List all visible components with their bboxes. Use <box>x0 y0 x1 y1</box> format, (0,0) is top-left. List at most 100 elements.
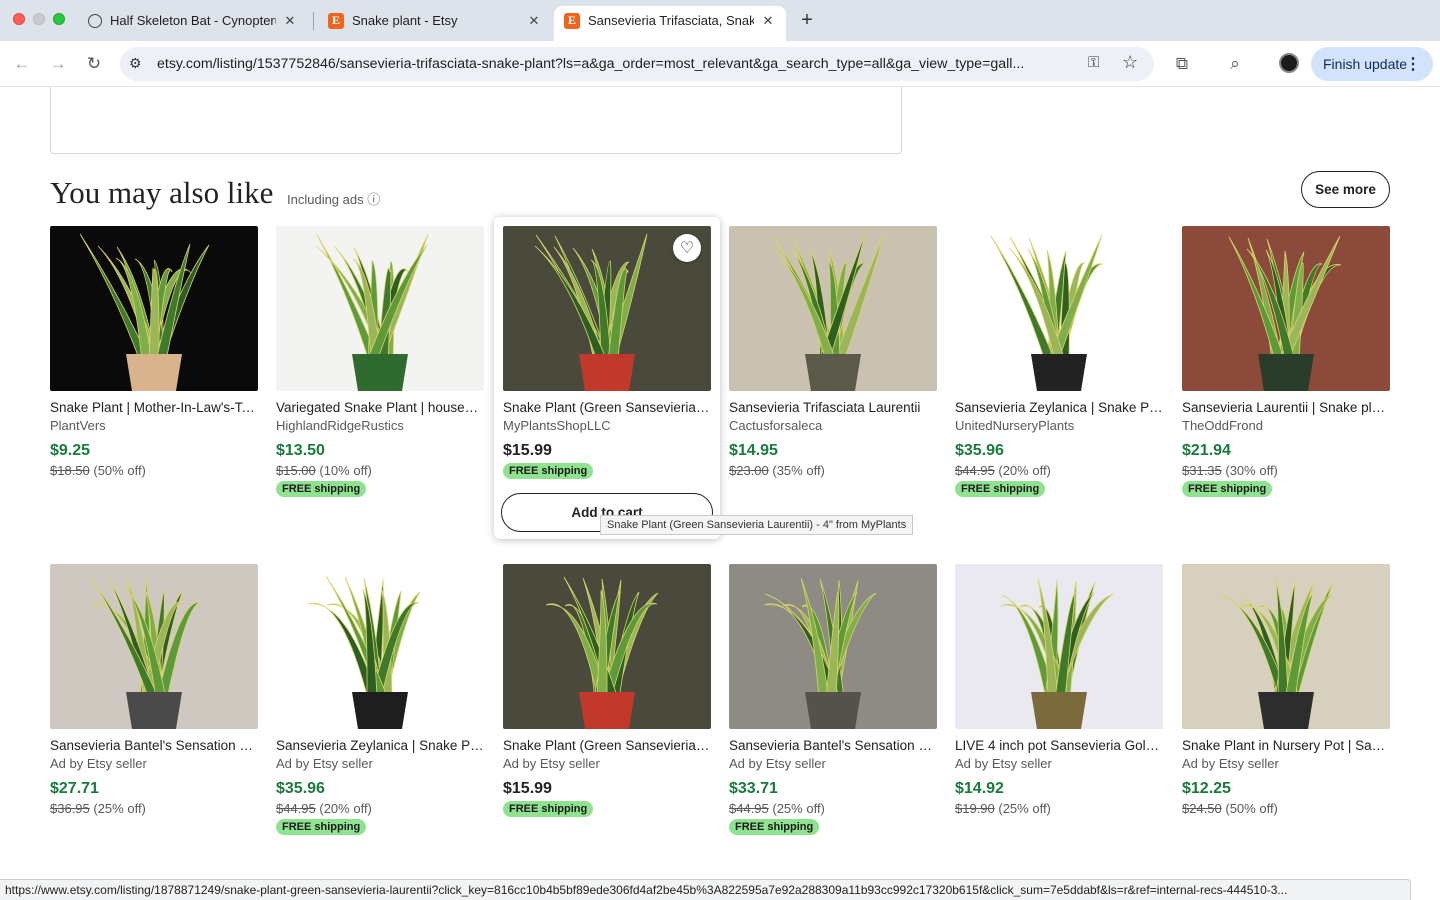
listing-image[interactable] <box>955 226 1163 391</box>
minimize-window-button[interactable] <box>33 13 45 25</box>
listing-title[interactable]: Sansevieria Zeylanica | Snake Plant <box>955 400 1163 415</box>
listing-price: $21.94 <box>1182 442 1231 459</box>
listing-image[interactable]: ♡ <box>503 226 711 391</box>
discount-percent: (20% off) <box>315 801 372 816</box>
listing-title[interactable]: LIVE 4 inch pot Sansevieria Golden Hahni… <box>955 738 1163 753</box>
listing-price: $9.25 <box>50 442 91 459</box>
listing-title[interactable]: Variegated Snake Plant | houseplant <box>276 400 484 415</box>
discount-percent: (50% off) <box>1221 801 1278 816</box>
listing-card[interactable]: Snake Plant | Mother-In-Law's-Tongue Plan… <box>50 226 258 478</box>
original-price: $36.95 <box>50 801 90 816</box>
description-box <box>50 87 902 154</box>
extensions-puzzle-icon[interactable]: ⧉ <box>1170 52 1194 76</box>
listing-card[interactable]: Snake Plant (Green Sansevieria Laurentii… <box>503 564 711 817</box>
discount-percent: (25% off) <box>994 801 1051 816</box>
shop-name: Cactusforsaleca <box>729 418 823 433</box>
shop-name: HighlandRidgeRustics <box>276 418 404 433</box>
listing-title[interactable]: Snake Plant | Mother-In-Law's-Tongue <box>50 400 258 415</box>
original-price: $31.35 <box>1182 463 1222 478</box>
listing-card[interactable]: Sansevieria Laurentii | Snake plant TheOd… <box>1182 226 1390 497</box>
listing-card[interactable]: Sansevieria Zeylanica | Snake Plant Ad by… <box>276 564 484 835</box>
close-tab-icon[interactable]: ✕ <box>760 13 776 29</box>
including-ads-note[interactable]: Including ads ⓘ <box>287 189 380 208</box>
listing-image[interactable] <box>1182 564 1390 729</box>
original-price-row: $44.95 (20% off) <box>955 463 1163 478</box>
more-menu-icon[interactable]: ⋮ <box>1405 54 1421 74</box>
listing-title[interactable]: Sansevieria Bantel's Sensation Snake Pla… <box>50 738 258 753</box>
listing-card[interactable]: LIVE 4 inch pot Sansevieria Golden Hahni… <box>955 564 1163 816</box>
original-price-row: $36.95 (25% off) <box>50 801 258 816</box>
shop-name: Ad by Etsy seller <box>503 756 600 771</box>
listing-card[interactable]: Sansevieria Trifasciata Laurentii Cactusf… <box>729 226 937 478</box>
listing-card[interactable]: Snake Plant in Nursery Pot | Sansevieria… <box>1182 564 1390 816</box>
original-price: $19.90 <box>955 801 995 816</box>
listing-card[interactable]: Variegated Snake Plant | houseplant Highl… <box>276 226 484 497</box>
listing-image[interactable] <box>1182 226 1390 391</box>
listing-title[interactable]: Snake Plant in Nursery Pot | Sansevieria <box>1182 738 1390 753</box>
bookmark-star-icon[interactable]: ☆ <box>1122 52 1138 73</box>
tab-title: Sansevieria Trifasciata, Snake Plant <box>588 13 754 28</box>
etsy-icon: E <box>328 12 344 29</box>
listing-image[interactable] <box>50 564 258 729</box>
tab-search-icon[interactable]: ⌕ <box>1223 52 1247 76</box>
new-tab-button[interactable]: + <box>796 8 818 32</box>
discount-percent: (25% off) <box>89 801 146 816</box>
listing-price: $35.96 <box>276 780 325 797</box>
original-price-row: $15.00 (10% off) <box>276 463 484 478</box>
shop-name: Ad by Etsy seller <box>50 756 147 771</box>
listing-price: $33.71 <box>729 780 778 797</box>
original-price: $24.50 <box>1182 801 1222 816</box>
section-title: You may also like <box>50 175 274 210</box>
original-price: $44.95 <box>729 801 769 816</box>
forward-arrow-icon[interactable]: → <box>46 52 70 76</box>
maximize-window-button[interactable] <box>53 13 65 25</box>
listing-image[interactable] <box>729 564 937 729</box>
listing-card[interactable]: Sansevieria Bantel's Sensation Snake Pla… <box>50 564 258 816</box>
listing-title[interactable]: Snake Plant (Green Sansevieria Laurentii… <box>503 738 711 753</box>
listing-price: $15.99 <box>503 442 552 459</box>
listing-image[interactable] <box>729 226 937 391</box>
listing-image[interactable] <box>503 564 711 729</box>
close-window-button[interactable] <box>13 13 25 25</box>
back-arrow-icon[interactable]: ← <box>10 52 34 76</box>
profile-avatar[interactable] <box>1279 53 1299 73</box>
close-tab-icon[interactable]: ✕ <box>282 13 298 29</box>
listing-title[interactable]: Sansevieria Bantel's Sensation Snake Pla… <box>729 738 937 753</box>
close-tab-icon[interactable]: ✕ <box>526 13 542 29</box>
tab-2[interactable]: E Snake plant - Etsy ✕ <box>318 6 552 35</box>
finish-update-button[interactable]: Finish update ⋮ <box>1311 47 1433 81</box>
address-bar[interactable]: ⚙ etsy.com/listing/1537752846/sansevieri… <box>120 47 1154 81</box>
tab-3-active[interactable]: E Sansevieria Trifasciata, Snake Plant ✕ <box>554 6 786 41</box>
original-price: $44.95 <box>276 801 316 816</box>
listing-title[interactable]: Sansevieria Laurentii | Snake plant <box>1182 400 1390 415</box>
free-shipping-badge: FREE shipping <box>276 481 367 497</box>
listing-title[interactable]: Snake Plant (Green Sansevieria Laurentii… <box>503 400 711 415</box>
shop-name: Ad by Etsy seller <box>729 756 826 771</box>
free-shipping-badge: FREE shipping <box>276 819 367 835</box>
favorite-heart-icon[interactable]: ♡ <box>673 234 701 262</box>
listing-image[interactable] <box>50 226 258 391</box>
listing-title[interactable]: Sansevieria Zeylanica | Snake Plant <box>276 738 484 753</box>
listing-title[interactable]: Sansevieria Trifasciata Laurentii <box>729 400 937 415</box>
listing-card[interactable]: Sansevieria Zeylanica | Snake Plant Unite… <box>955 226 1163 497</box>
original-price: $15.00 <box>276 463 316 478</box>
listing-image[interactable] <box>276 564 484 729</box>
tab-1[interactable]: Half Skeleton Bat - Cynopterus ✕ <box>78 6 308 35</box>
listing-image[interactable] <box>955 564 1163 729</box>
site-settings-icon[interactable]: ⚙ <box>129 55 142 72</box>
listing-card[interactable]: Sansevieria Bantel's Sensation Snake Pla… <box>729 564 937 835</box>
listing-image[interactable] <box>276 226 484 391</box>
listing-price: $15.99 <box>503 780 552 797</box>
original-price: $44.95 <box>955 463 995 478</box>
finish-update-label: Finish update <box>1323 56 1408 72</box>
reload-icon[interactable]: ↻ <box>82 52 106 76</box>
shop-name: Ad by Etsy seller <box>955 756 1052 771</box>
page-content: You may also like Including ads ⓘ See mo… <box>0 87 1440 900</box>
shop-name: PlantVers <box>50 418 106 433</box>
original-price-row: $23.00 (35% off) <box>729 463 937 478</box>
url-text[interactable]: etsy.com/listing/1537752846/sansevieria-… <box>157 56 1081 72</box>
discount-percent: (50% off) <box>89 463 146 478</box>
listing-card[interactable]: ♡ Snake Plant (Green Sansevieria Laurenti… <box>503 226 711 479</box>
see-more-button[interactable]: See more <box>1301 171 1390 208</box>
password-key-icon[interactable]: ⚿ <box>1088 54 1099 71</box>
